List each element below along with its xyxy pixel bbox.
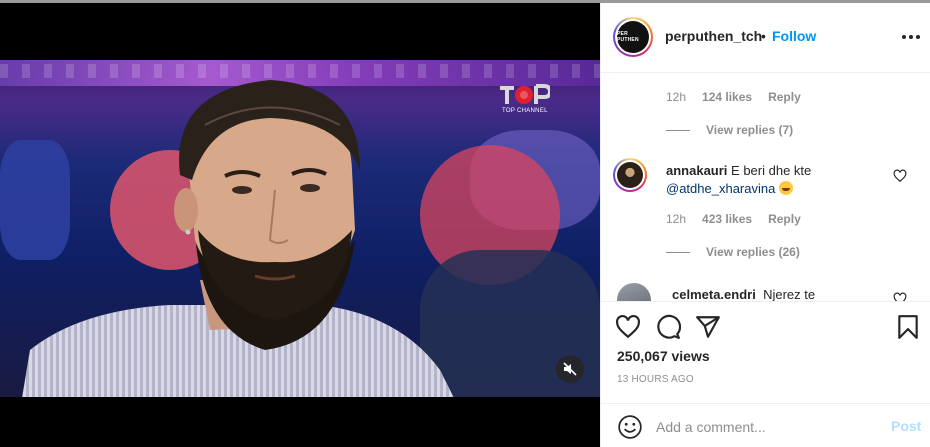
view-replies-label: View replies (26) xyxy=(706,245,800,259)
smile-icon[interactable] xyxy=(617,414,643,440)
view-replies-label: View replies (7) xyxy=(706,123,794,137)
post-sidebar: PER PUTHEN perputhen_tch • Follow 12h 12… xyxy=(600,3,930,447)
comments-list[interactable]: 12h 124 likes Reply View replies (7) ann… xyxy=(601,73,930,301)
comment-body: annakauri E beri dhe kte @atdhe_xharavin… xyxy=(666,162,886,198)
comment-text: E beri dhe kte xyxy=(731,163,812,178)
author-username[interactable]: perputhen_tch xyxy=(665,28,762,44)
view-count[interactable]: 250,067 views xyxy=(617,348,710,364)
more-options-icon[interactable] xyxy=(901,27,921,47)
bookmark-icon[interactable] xyxy=(895,314,921,340)
commenter-avatar[interactable] xyxy=(613,158,647,192)
share-icon[interactable] xyxy=(695,314,721,340)
mute-button[interactable] xyxy=(556,355,584,383)
comment-composer: Post xyxy=(601,403,930,447)
comment-likes[interactable]: 423 likes xyxy=(702,212,752,226)
rofl-emoji-icon xyxy=(779,181,794,195)
comment-icon[interactable] xyxy=(655,314,681,340)
author-avatar-text: PER PUTHEN xyxy=(617,31,639,43)
follow-button[interactable]: Follow xyxy=(772,28,816,44)
comment-input[interactable] xyxy=(656,416,876,438)
comment-time: 12h xyxy=(666,90,687,104)
commenter-avatar[interactable] xyxy=(617,283,651,301)
post-video[interactable]: TOP CHANNEL xyxy=(0,3,600,447)
heart-icon[interactable] xyxy=(615,314,641,340)
comment-like-heart-icon[interactable] xyxy=(893,292,907,301)
top-channel-logo-mark xyxy=(500,84,550,104)
reply-button[interactable]: Reply xyxy=(768,90,801,104)
comment-meta: 12h 124 likes Reply xyxy=(666,90,801,104)
comment-time: 12h xyxy=(666,212,687,226)
comment-mention[interactable]: @atdhe_xharavina xyxy=(666,181,775,196)
comment-body: celmeta.endri Njerez te xyxy=(672,286,892,301)
top-channel-logo: TOP CHANNEL xyxy=(500,84,552,120)
man-portrait xyxy=(22,80,454,397)
top-channel-logo-text: TOP CHANNEL xyxy=(502,108,548,114)
comment-meta: 12h 423 likes Reply xyxy=(666,212,801,226)
author-avatar[interactable]: PER PUTHEN xyxy=(613,17,653,57)
commenter-username[interactable]: celmeta.endri xyxy=(672,287,756,301)
reply-button[interactable]: Reply xyxy=(768,212,801,226)
view-replies-line xyxy=(666,129,690,131)
speaker-muted-icon xyxy=(563,362,577,376)
view-replies-button[interactable]: View replies (7) xyxy=(666,123,793,137)
header-separator: • xyxy=(761,28,766,44)
post-actions: 250,067 views 13 HOURS AGO xyxy=(601,301,930,397)
post-timestamp[interactable]: 13 HOURS AGO xyxy=(617,374,694,385)
comment-text: Njerez te xyxy=(763,287,816,301)
post-header: PER PUTHEN perputhen_tch • Follow xyxy=(601,3,930,73)
stage-light-dots xyxy=(0,64,600,78)
post-comment-button[interactable]: Post xyxy=(891,418,921,434)
commenter-username[interactable]: annakauri xyxy=(666,163,727,178)
video-frame[interactable]: TOP CHANNEL xyxy=(0,60,600,397)
view-replies-line xyxy=(666,251,690,253)
comment-likes[interactable]: 124 likes xyxy=(702,90,752,104)
view-replies-button[interactable]: View replies (26) xyxy=(666,245,800,259)
comment-like-heart-icon[interactable] xyxy=(893,169,907,183)
